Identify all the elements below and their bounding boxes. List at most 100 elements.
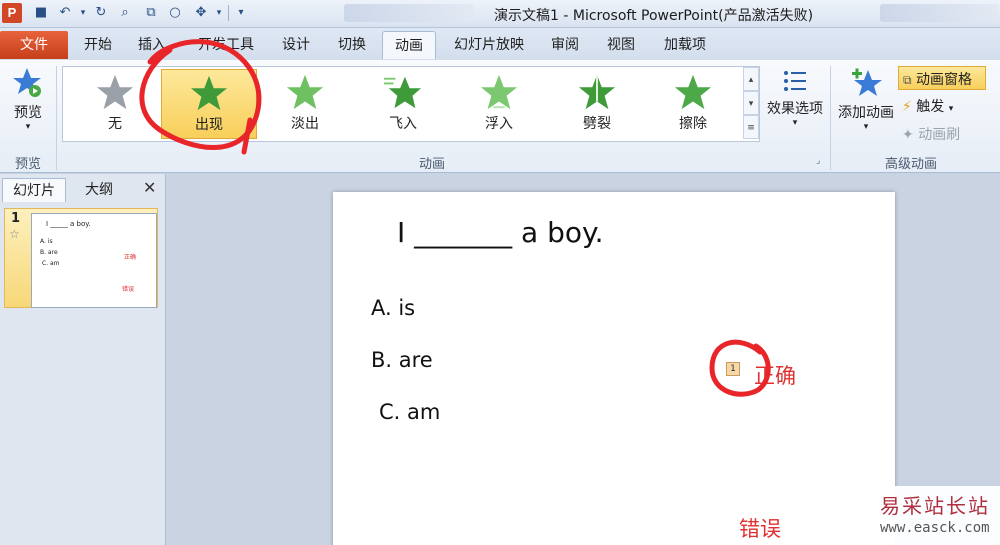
pointer-icon[interactable]: ✥ <box>192 4 210 22</box>
add-animation-button[interactable]: 添加动画 ▾ <box>834 66 898 148</box>
watermark-title: 易采站长站 <box>880 494 990 518</box>
tab-transitions[interactable]: 切换 <box>330 31 374 59</box>
option-c[interactable]: C. am <box>379 400 440 424</box>
preview-star-icon <box>13 68 41 97</box>
animation-floatin[interactable]: 浮入 <box>451 69 547 139</box>
animation-appear[interactable]: 出现 <box>161 69 257 139</box>
tab-design[interactable]: 设计 <box>274 31 318 59</box>
animation-painter-button[interactable]: ✦ 动画刷 <box>902 124 960 144</box>
thumb-option-c: C. am <box>42 260 60 267</box>
preview-button[interactable]: 预览 ▾ <box>6 66 50 146</box>
tab-developer[interactable]: 开发工具 <box>190 31 262 59</box>
preview-label: 预览 <box>14 105 42 121</box>
watermark-url: www.easck.com <box>880 520 990 536</box>
undo-icon[interactable]: ↶ <box>56 4 74 22</box>
animation-split[interactable]: 劈裂 <box>549 69 645 139</box>
effect-options-dropdown-icon: ▾ <box>792 118 798 128</box>
trigger-button[interactable]: ⚡ 触发 ▾ <box>902 96 953 116</box>
slide-title[interactable]: I _______ a boy. <box>397 216 604 249</box>
group-label-animation: 动画 <box>418 157 445 172</box>
gallery-scroll-down-icon[interactable]: ▾ <box>743 91 759 115</box>
slide-animation-star-icon: ☆ <box>9 227 20 241</box>
slide[interactable]: I _______ a boy. A. is B. are C. am 1 正确 <box>333 192 895 545</box>
animation-flyin[interactable]: 飞入 <box>355 69 451 139</box>
wrong-label[interactable]: 错误 <box>739 513 781 543</box>
animation-appear-label: 出现 <box>195 117 223 133</box>
animation-wipe-label: 擦除 <box>679 116 707 132</box>
star-floatin-icon <box>480 74 518 110</box>
gallery-more-icon[interactable]: ≡ <box>743 115 759 139</box>
group-separator <box>830 66 831 170</box>
thumb-wrong: 错误 <box>122 286 135 293</box>
trigger-icon: ⚡ <box>902 99 912 115</box>
thumb-option-b: B. are <box>40 249 58 256</box>
star-flyin-icon <box>384 76 422 109</box>
animation-split-label: 劈裂 <box>583 116 611 132</box>
group-separator <box>56 66 57 170</box>
slides-pane: 幻灯片 大纲 ✕ 1 ☆ I _____ a boy. A. is B. are… <box>0 174 166 545</box>
animation-none-label: 无 <box>108 116 122 132</box>
powerpoint-app-icon[interactable]: P <box>2 3 22 23</box>
slide-thumbnail-preview: I _____ a boy. A. is B. are C. am 正确 错误 <box>31 213 157 308</box>
effect-options-button[interactable]: 效果选项 ▾ <box>764 68 826 148</box>
tab-file[interactable]: 文件 <box>0 31 68 59</box>
correct-label[interactable]: 正确 <box>754 360 796 390</box>
animation-none[interactable]: 无 <box>67 69 163 139</box>
undo-dropdown-icon[interactable]: ▾ <box>74 4 92 22</box>
ribbon-tabs: 文件 开始 插入 开发工具 设计 切换 动画 幻灯片放映 审阅 视图 加载项 <box>0 28 1000 60</box>
animation-order-marker[interactable]: 1 <box>726 362 740 376</box>
animation-wipe[interactable]: 擦除 <box>645 69 741 139</box>
tab-home[interactable]: 开始 <box>76 31 120 59</box>
preview-dropdown-icon: ▾ <box>25 122 31 132</box>
animation-dialog-launcher-icon[interactable]: ⌟ <box>816 156 820 166</box>
tab-animations[interactable]: 动画 <box>382 31 436 59</box>
star-split-icon <box>578 74 616 110</box>
animation-pane-label: 动画窗格 <box>916 72 973 88</box>
trigger-label: 触发 <box>916 99 945 115</box>
effect-options-label: 效果选项 <box>767 101 823 117</box>
tab-slides[interactable]: 幻灯片 <box>2 178 66 202</box>
close-icon[interactable]: ✕ <box>143 178 156 197</box>
circle-icon[interactable]: ○ <box>166 4 184 22</box>
window-title: 演示文稿1 - Microsoft PowerPoint(产品激活失败) <box>494 8 814 24</box>
tab-view[interactable]: 视图 <box>598 31 644 59</box>
animation-pane-button[interactable]: ⧉ 动画窗格 <box>898 66 986 90</box>
effect-options-icon <box>784 71 806 91</box>
tab-insert[interactable]: 插入 <box>130 31 174 59</box>
site-watermark: 易采站长站 www.easck.com <box>866 486 1000 545</box>
ribbon-animations: 预览 ▾ 预览 无 出现 淡出 飞入 浮入 劈裂 擦除 ▴ ▾ ≡ 效果选项 ▾… <box>0 60 1000 173</box>
taskbar-blur <box>880 4 998 22</box>
animation-gallery: 无 出现 淡出 飞入 浮入 劈裂 擦除 <box>62 66 760 142</box>
animation-fade[interactable]: 淡出 <box>257 69 353 139</box>
animation-fade-label: 淡出 <box>291 116 319 132</box>
animation-painter-label: 动画刷 <box>918 127 961 143</box>
customize-qat-icon[interactable]: ▾ <box>232 4 250 22</box>
tab-slideshow[interactable]: 幻灯片放映 <box>444 31 534 59</box>
tab-addins[interactable]: 加载项 <box>654 31 716 59</box>
taskbar-blur <box>344 4 474 22</box>
gallery-scroll-up-icon[interactable]: ▴ <box>743 67 759 91</box>
group-label-advanced: 高级动画 <box>884 157 937 172</box>
animation-pane-icon: ⧉ <box>903 73 912 87</box>
tab-outline[interactable]: 大纲 <box>70 178 128 202</box>
star-none-icon <box>96 74 134 110</box>
redo-icon[interactable]: ↻ <box>92 4 110 22</box>
slide-thumbnail-1[interactable]: 1 ☆ I _____ a boy. A. is B. are C. am 正确… <box>4 208 158 308</box>
animation-flyin-label: 飞入 <box>389 116 417 132</box>
option-b[interactable]: B. are <box>371 348 433 372</box>
title-bar: P ■ ↶ ▾ ↻ ⌕ ⧉ ○ ✥ ▾ ▾ 演示文稿1 - Microsoft … <box>0 0 1000 28</box>
option-a[interactable]: A. is <box>371 296 415 320</box>
pointer-dropdown-icon[interactable]: ▾ <box>210 4 228 22</box>
save-icon[interactable]: ■ <box>32 4 50 22</box>
add-animation-icon <box>852 68 882 96</box>
trigger-dropdown-icon: ▾ <box>948 104 954 114</box>
animation-floatin-label: 浮入 <box>485 116 513 132</box>
add-animation-label: 添加动画 <box>838 105 894 121</box>
thumb-title: I _____ a boy. <box>46 220 91 228</box>
star-wipe-icon <box>674 74 712 110</box>
tab-review[interactable]: 审阅 <box>542 31 588 59</box>
find-icon[interactable]: ⌕ <box>116 4 134 22</box>
animation-painter-icon: ✦ <box>902 127 914 143</box>
thumb-option-a: A. is <box>40 238 53 245</box>
copy-icon[interactable]: ⧉ <box>142 4 160 22</box>
